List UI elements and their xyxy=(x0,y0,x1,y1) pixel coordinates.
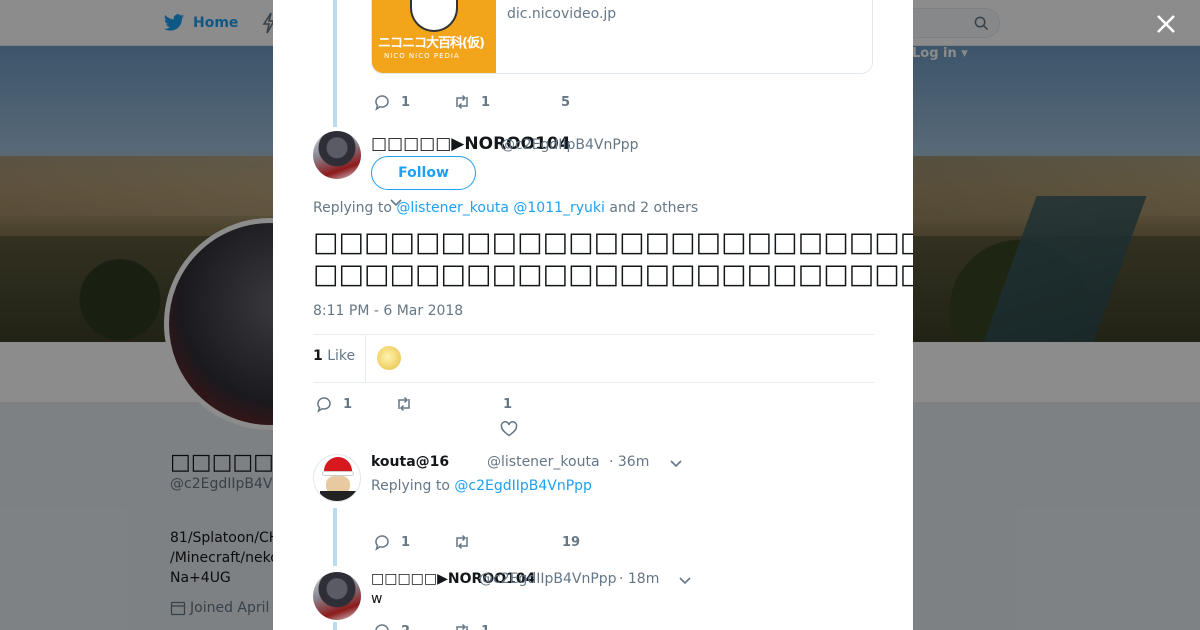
mention-link[interactable]: @1011_ryuki xyxy=(513,200,605,216)
retweet-count: 1 xyxy=(481,624,490,630)
card-thumbnail: ニコニコ大百科(仮) NICO NICO PEDIA xyxy=(372,0,496,73)
chevron-down-icon xyxy=(670,460,682,468)
likes-stat-label: Like xyxy=(327,348,356,364)
reply-author-name[interactable]: kouta@16 xyxy=(371,454,449,470)
card-logo-text: ニコニコ大百科(仮) xyxy=(378,36,485,51)
thread-line xyxy=(333,0,337,127)
retweet-icon xyxy=(456,623,468,630)
thread-line xyxy=(333,508,337,566)
follow-button[interactable]: Follow xyxy=(371,156,476,190)
likes-stat[interactable]: 1 Like xyxy=(313,348,355,364)
close-button[interactable] xyxy=(1152,10,1180,38)
retweet-icon xyxy=(398,396,410,412)
like-button[interactable] xyxy=(500,420,518,438)
reply-icon xyxy=(317,397,331,413)
replying-to-prefix: Replying to xyxy=(371,478,450,494)
retweet-icon xyxy=(456,94,468,110)
divider xyxy=(313,382,874,383)
reply-time[interactable]: · 36m xyxy=(609,454,649,470)
chevron-down-icon xyxy=(679,577,691,585)
thread-line xyxy=(333,622,337,630)
tweet-menu-caret[interactable] xyxy=(669,456,683,470)
reply-button[interactable]: 1 xyxy=(315,395,352,413)
reply-icon xyxy=(375,535,389,551)
author-avatar[interactable] xyxy=(313,131,361,179)
reply-count: 1 xyxy=(343,396,353,412)
mascot-image xyxy=(410,0,458,32)
replying-to: Replying to @c2EgdIIpB4VnPpp xyxy=(371,478,592,494)
reply-count: 1 xyxy=(401,534,411,550)
retweet-count: 1 xyxy=(481,94,491,110)
reply-author-avatar[interactable] xyxy=(313,572,361,620)
retweet-button[interactable]: 1 xyxy=(453,622,490,630)
reply-count: 1 xyxy=(401,94,411,110)
tweet-text-line: □□□□□□□□□□□□□□□□□□□□□□□□□□□□□□□□□□w xyxy=(313,227,913,258)
retweet-button[interactable]: 1 xyxy=(453,93,490,111)
replying-to: Replying to @listener_kouta @1011_ryuki … xyxy=(313,200,698,216)
replying-others[interactable]: and 2 others xyxy=(609,200,698,216)
reply-author-handle[interactable]: @c2EgdIIpB4VnPpp xyxy=(479,571,617,587)
retweet-icon xyxy=(456,534,468,550)
reply-count: 2 xyxy=(401,624,410,630)
reply-text: w xyxy=(371,591,383,607)
reply-author-handle[interactable]: @listener_kouta xyxy=(487,454,600,470)
retweet-button[interactable] xyxy=(395,395,423,413)
tweet-modal: ニコニコ大百科(仮) NICO NICO PEDIA dic.nicovideo… xyxy=(273,0,913,630)
reply-author-avatar[interactable] xyxy=(313,454,361,502)
card-logo-sub: NICO NICO PEDIA xyxy=(384,52,460,60)
card-domain: dic.nicovideo.jp xyxy=(507,6,617,22)
tweet-text: □□□□□□□□□□□□□□□□□□□□□□□□□□□□□□□□□□w □□□□… xyxy=(313,227,913,291)
tweet-timestamp[interactable]: 8:11 PM - 6 Mar 2018 xyxy=(313,303,463,319)
author-handle[interactable]: @c2EgdIIpB4VnPpp xyxy=(501,137,639,153)
reply-button[interactable]: 2 xyxy=(373,622,410,630)
like-count: 1 xyxy=(503,397,513,412)
close-icon xyxy=(1157,15,1175,33)
replying-to-prefix: Replying to xyxy=(313,200,392,216)
reply-icon xyxy=(375,95,389,111)
divider xyxy=(313,334,874,335)
divider xyxy=(365,335,366,382)
liker-avatar[interactable] xyxy=(377,346,401,370)
heart-icon xyxy=(500,421,518,437)
like-count: 19 xyxy=(562,535,581,550)
link-card[interactable]: ニコニコ大百科(仮) NICO NICO PEDIA dic.nicovideo… xyxy=(371,0,873,74)
retweet-button[interactable] xyxy=(453,533,481,551)
mention-link[interactable]: @listener_kouta xyxy=(396,200,509,216)
likes-stat-count: 1 xyxy=(313,348,323,364)
tweet-menu-caret[interactable] xyxy=(678,573,692,587)
reply-button[interactable]: 1 xyxy=(373,93,410,111)
reply-button[interactable]: 1 xyxy=(373,533,410,551)
reply-time[interactable]: · 18m xyxy=(619,571,659,587)
tweet-text-line: □□□□□□□□□□□□□□□□□□□□□□□□□□□□□□□□□w xyxy=(313,259,913,290)
like-count: 5 xyxy=(561,95,571,110)
reply-icon xyxy=(375,624,389,630)
mention-link[interactable]: @c2EgdIIpB4VnPpp xyxy=(454,478,592,494)
